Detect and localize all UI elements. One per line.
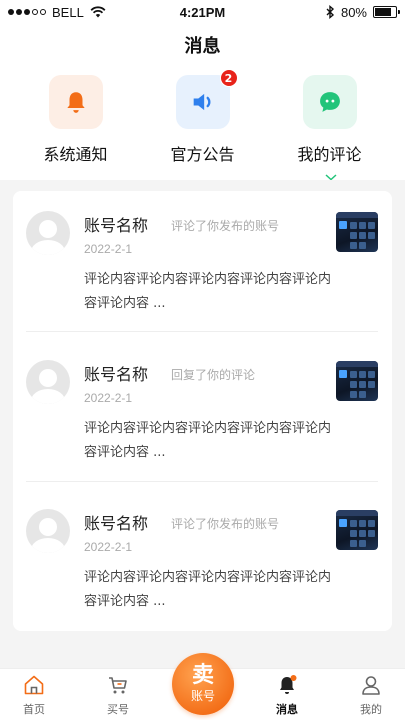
battery-percent: 80% — [340, 4, 367, 20]
account-thumbnail[interactable] — [336, 361, 378, 401]
comment-text: 评论内容评论内容评论内容评论内容评论内容评论内容 ... — [84, 421, 332, 460]
category-label: 官方公告 — [170, 145, 235, 164]
category-my-comments[interactable]: 我的评论 — [275, 75, 385, 165]
sell-main-label: 卖 — [191, 663, 214, 688]
carrier-name: BELL — [52, 4, 84, 20]
comment-action: 评论了你发布的账号 — [171, 219, 280, 233]
category-label: 系统通知 — [43, 145, 108, 164]
avatar[interactable] — [26, 211, 70, 255]
battery-icon — [373, 6, 400, 18]
tab-mine[interactable]: 我的 — [341, 673, 401, 717]
account-thumbnail[interactable] — [336, 212, 378, 252]
comment-text: 评论内容评论内容评论内容评论内容评论内容评论内容 ... — [84, 272, 332, 311]
tab-label: 首页 — [23, 703, 45, 716]
cart-icon — [109, 677, 127, 694]
comment-date: 2022-2-1 — [84, 242, 133, 256]
category-label: 我的评论 — [297, 145, 362, 164]
unread-badge: 2 — [219, 69, 238, 87]
comment-item[interactable]: 账号名称 评论了你发布的账号 2022-2-1 评论内容评论内容评论内容评论内容… — [26, 509, 379, 619]
tab-home[interactable]: 首页 — [4, 673, 64, 717]
tab-buy[interactable]: 买号 — [88, 673, 148, 717]
tab-label: 我的 — [360, 703, 382, 716]
home-icon — [24, 675, 44, 695]
avatar[interactable] — [26, 360, 70, 404]
comment-action: 回复了你的评论 — [171, 368, 256, 382]
comments-icon-tile — [302, 75, 357, 129]
comment-text: 评论内容评论内容评论内容评论内容评论内容评论内容 ... — [84, 570, 332, 609]
account-name: 账号名称 — [84, 365, 149, 384]
divider — [26, 481, 378, 482]
status-bar: BELL 4:21PM 80% — [0, 0, 405, 24]
wifi-icon — [90, 6, 106, 18]
sell-sub-label: 账号 — [190, 689, 215, 703]
category-row: 系统通知 2 官方公告 我的评论 — [0, 69, 405, 165]
page-title: 消息 — [184, 36, 221, 57]
comment-list-card: 账号名称 评论了你发布的账号 2022-2-1 评论内容评论内容评论内容评论内容… — [13, 191, 392, 631]
comment-item[interactable]: 账号名称 回复了你的评论 2022-2-1 评论内容评论内容评论内容评论内容评论… — [26, 360, 379, 470]
tab-label: 消息 — [276, 703, 298, 716]
message-bell-icon — [280, 675, 297, 694]
sell-account-button[interactable]: 卖 账号 — [172, 653, 234, 715]
status-left: BELL — [8, 5, 148, 20]
bluetooth-icon — [326, 5, 335, 19]
status-right: 80% — [257, 4, 400, 20]
category-official-announcement[interactable]: 2 官方公告 — [148, 69, 258, 165]
tab-messages[interactable]: 消息 — [257, 673, 317, 717]
account-name: 账号名称 — [84, 514, 149, 533]
comment-action: 评论了你发布的账号 — [171, 517, 280, 531]
account-name: 账号名称 — [84, 216, 149, 235]
announcement-icon-tile: 2 — [175, 69, 238, 129]
comment-date: 2022-2-1 — [84, 540, 133, 554]
tab-label: 买号 — [107, 703, 129, 716]
account-thumbnail[interactable] — [336, 510, 378, 550]
category-system-notice[interactable]: 系统通知 — [21, 75, 131, 165]
divider — [26, 331, 378, 332]
system-notice-icon-tile — [48, 75, 103, 129]
signal-strength-icon — [8, 9, 46, 15]
chat-bubble-icon — [319, 92, 340, 112]
comment-item[interactable]: 账号名称 评论了你发布的账号 2022-2-1 评论内容评论内容评论内容评论内容… — [26, 211, 379, 321]
speaker-icon — [193, 93, 210, 111]
user-icon — [362, 676, 380, 695]
avatar[interactable] — [26, 509, 70, 553]
bell-icon — [66, 92, 85, 113]
comment-date: 2022-2-1 — [84, 391, 133, 405]
